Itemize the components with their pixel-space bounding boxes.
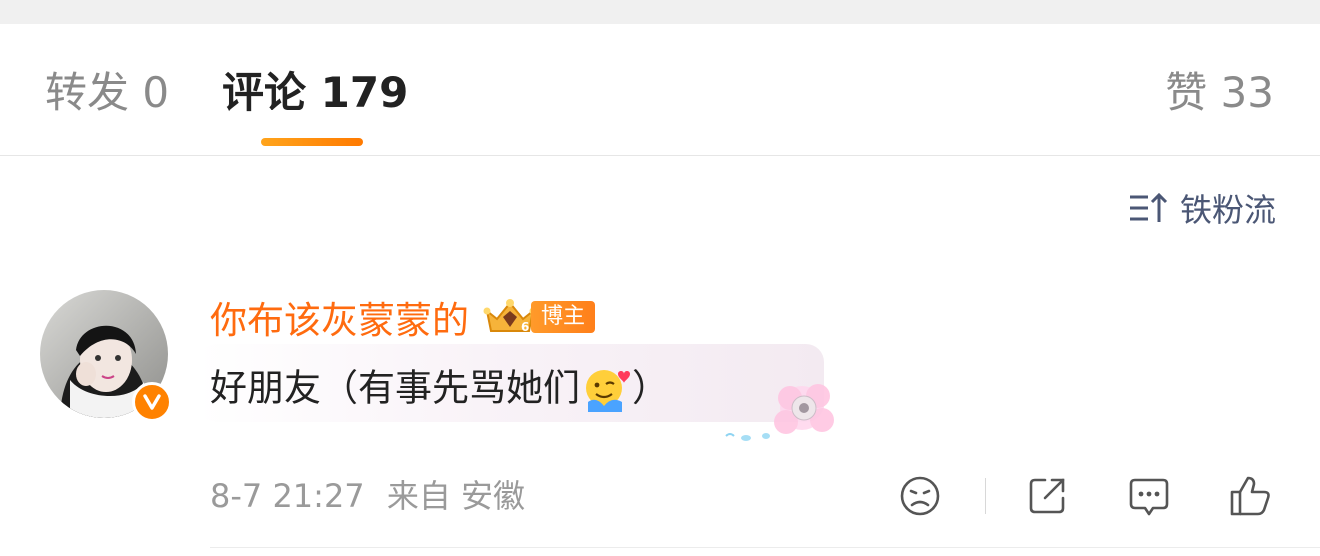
top-gray-strip: [0, 0, 1320, 24]
comment-header: 你布该灰蒙蒙的 6 博主: [210, 294, 596, 342]
comment-text: 好朋友（有事先骂她们 ）: [210, 366, 669, 414]
sort-up-icon: [1129, 192, 1168, 222]
verified-badge-icon: [132, 382, 172, 422]
sort-label: 铁粉流: [1179, 191, 1276, 229]
comment-icon[interactable]: [1127, 474, 1171, 518]
bubble-decoration-icon: [725, 384, 834, 441]
sort-button[interactable]: 铁粉流: [1128, 188, 1276, 229]
comment-item: 你布该灰蒙蒙的 6 博主 好朋友（有事先骂她们 ） 8-7 21:27 来自 安…: [0, 280, 1320, 550]
tab-likes[interactable]: 赞 33: [1165, 69, 1274, 117]
comment-close-paren: ）: [632, 366, 669, 410]
share-icon[interactable]: [1025, 474, 1069, 518]
username[interactable]: 你布该灰蒙蒙的: [210, 290, 469, 344]
comment-body: 好朋友（有事先骂她们: [210, 366, 580, 410]
tab-comments[interactable]: 评论 179: [222, 69, 408, 117]
comment-actions: [0, 474, 1320, 522]
dislike-icon[interactable]: [898, 474, 942, 518]
active-tab-indicator: [261, 138, 363, 146]
like-icon[interactable]: [1228, 474, 1272, 518]
avatar[interactable]: [40, 290, 172, 422]
tab-repost[interactable]: 转发 0: [45, 69, 169, 117]
svg-text:6: 6: [521, 320, 529, 334]
action-divider: [985, 478, 986, 514]
blogger-tag: 博主: [531, 301, 596, 333]
comment-separator: [210, 547, 1320, 548]
tab-bar: 转发 0 评论 179 赞 33: [0, 24, 1320, 156]
hug-face-emoji-icon: [586, 370, 630, 412]
